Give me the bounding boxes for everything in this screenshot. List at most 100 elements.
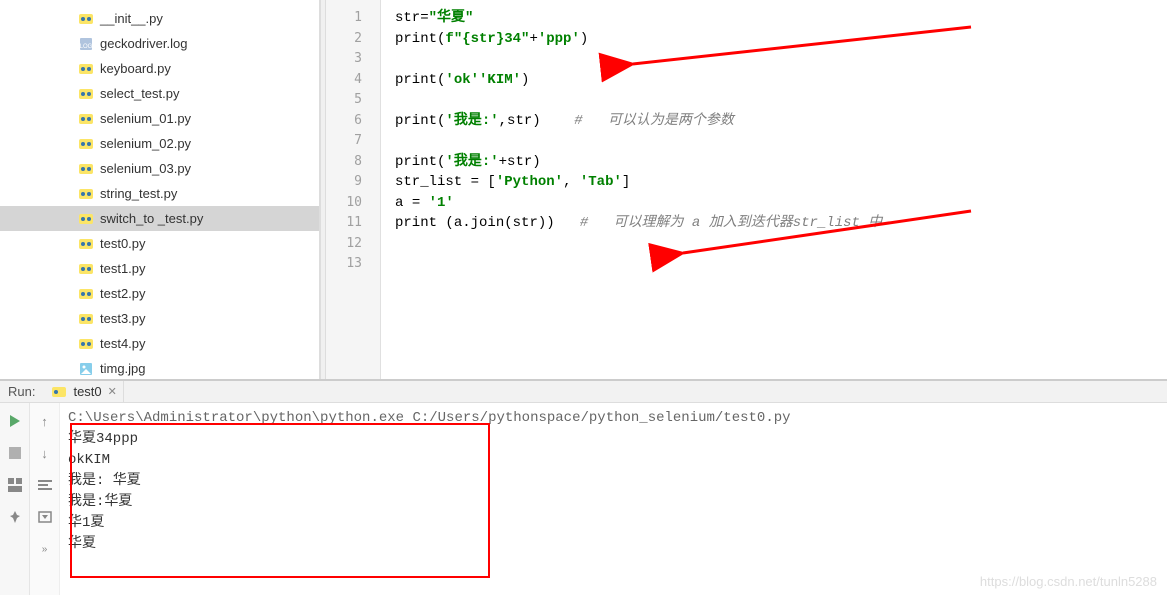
line-number: 13 [326,254,362,275]
code-line-12[interactable] [395,234,1167,255]
line-number: 12 [326,234,362,255]
line-number: 11 [326,213,362,234]
file-item-selenium-02-py[interactable]: selenium_02.py [0,131,319,156]
py-file-icon [78,11,94,27]
run-toolbar-secondary: ↑ ↓ » [30,403,60,595]
log-file-icon: LOG [78,36,94,52]
code-editor[interactable]: 12345678910111213 str="华夏"print(f"{str}3… [326,0,1167,379]
file-name-label: select_test.py [100,86,180,101]
file-item-geckodriver-log[interactable]: LOG geckodriver.log [0,31,319,56]
file-name-label: selenium_01.py [100,111,191,126]
line-number: 8 [326,152,362,173]
file-item-keyboard-py[interactable]: keyboard.py [0,56,319,81]
console-line: 华夏 [68,534,1159,555]
file-name-label: test1.py [100,261,146,276]
editor-content[interactable]: str="华夏"print(f"{str}34"+'ppp') print('ok… [381,0,1167,379]
file-name-label: test0.py [100,236,146,251]
line-number: 10 [326,193,362,214]
file-item-test3-py[interactable]: test3.py [0,306,319,331]
console-line: 华1夏 [68,513,1159,534]
console-line: 华夏34ppp [68,429,1159,450]
py-file-icon [78,311,94,327]
line-number: 1 [326,8,362,29]
line-number: 5 [326,90,362,111]
py-file-icon [78,286,94,302]
scroll-icon[interactable] [35,507,55,527]
code-line-9[interactable]: str_list = ['Python', 'Tab'] [395,172,1167,193]
file-name-label: timg.jpg [100,361,146,376]
py-file-icon [78,136,94,152]
file-name-label: test3.py [100,311,146,326]
wrap-icon[interactable] [35,475,55,495]
code-line-8[interactable]: print('我是:'+str) [395,152,1167,173]
file-item-timg-jpg[interactable]: timg.jpg [0,356,319,379]
line-number: 2 [326,29,362,50]
file-item-selenium-01-py[interactable]: selenium_01.py [0,106,319,131]
file-name-label: selenium_03.py [100,161,191,176]
down-arrow-icon[interactable]: ↓ [35,443,55,463]
console-line: 我是:华夏 [68,492,1159,513]
file-name-label: keyboard.py [100,61,171,76]
file-item-test0-py[interactable]: test0.py [0,231,319,256]
file-name-label: test2.py [100,286,146,301]
py-file-icon [78,61,94,77]
file-name-label: selenium_02.py [100,136,191,151]
more-icon[interactable]: » [35,539,55,559]
code-line-10[interactable]: a = '1' [395,193,1167,214]
code-line-3[interactable] [395,49,1167,70]
file-item---init---py[interactable]: __init__.py [0,6,319,31]
console-line: 我是: 华夏 [68,471,1159,492]
file-item-select-test-py[interactable]: select_test.py [0,81,319,106]
close-icon[interactable]: ✕ [108,385,117,398]
py-file-icon [78,111,94,127]
python-icon [51,384,67,400]
console-line: okKIM [68,450,1159,471]
console-output[interactable]: C:\Users\Administrator\python\python.exe… [60,403,1167,595]
py-file-icon [78,211,94,227]
run-tab-test0[interactable]: test0 ✕ [45,381,123,402]
code-line-2[interactable]: print(f"{str}34"+'ppp') [395,29,1167,50]
line-number: 7 [326,131,362,152]
editor-gutter: 12345678910111213 [326,0,381,379]
code-line-11[interactable]: print (a.join(str)) # 可以理解为 a 加入到迭代器str_… [395,213,1167,234]
stop-button[interactable] [5,443,25,463]
rerun-button[interactable] [5,411,25,431]
file-name-label: switch_to _test.py [100,211,203,226]
line-number: 4 [326,70,362,91]
py-file-icon [78,236,94,252]
up-arrow-icon[interactable]: ↑ [35,411,55,431]
file-item-test4-py[interactable]: test4.py [0,331,319,356]
py-file-icon [78,161,94,177]
run-toolbar-primary [0,403,30,595]
code-line-5[interactable] [395,90,1167,111]
project-file-tree[interactable]: __init__.py LOG geckodriver.log keyboard.py… [0,0,320,379]
file-name-label: __init__.py [100,11,163,26]
code-line-1[interactable]: str="华夏" [395,8,1167,29]
file-item-string-test-py[interactable]: string_test.py [0,181,319,206]
line-number: 9 [326,172,362,193]
run-label: Run: [8,384,35,399]
code-line-13[interactable] [395,254,1167,275]
layout-button[interactable] [5,475,25,495]
py-file-icon [78,186,94,202]
img-file-icon [78,361,94,377]
line-number: 3 [326,49,362,70]
file-item-switch-to--test-py[interactable]: switch_to _test.py [0,206,319,231]
file-item-selenium-03-py[interactable]: selenium_03.py [0,156,319,181]
file-name-label: test4.py [100,336,146,351]
code-line-6[interactable]: print('我是:',str) # 可以认为是两个参数 [395,111,1167,132]
file-item-test2-py[interactable]: test2.py [0,281,319,306]
code-line-7[interactable] [395,131,1167,152]
code-line-4[interactable]: print('ok''KIM') [395,70,1167,91]
py-file-icon [78,86,94,102]
file-name-label: string_test.py [100,186,177,201]
run-header: Run: test0 ✕ [0,381,1167,403]
console-line: C:\Users\Administrator\python\python.exe… [68,408,1159,429]
file-item-test1-py[interactable]: test1.py [0,256,319,281]
py-file-icon [78,336,94,352]
pin-button[interactable] [5,507,25,527]
py-file-icon [78,261,94,277]
svg-text:LOG: LOG [80,44,93,50]
file-name-label: geckodriver.log [100,36,187,51]
run-tab-label: test0 [73,384,101,399]
